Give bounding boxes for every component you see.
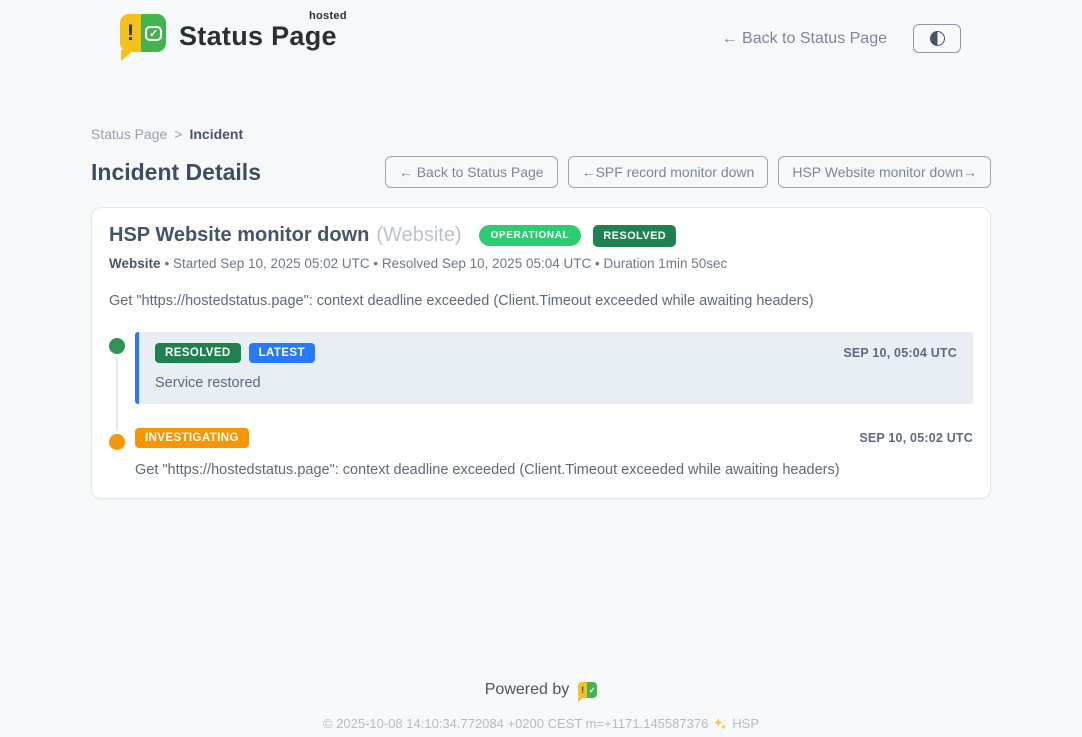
brand-logo-icon: ! ✓ (120, 14, 166, 52)
half-circle-icon (930, 31, 945, 46)
incident-title-row: HSP Website monitor down (Website) OPERA… (109, 224, 973, 247)
main-content: Status Page > Incident Incident Details ← … (91, 126, 991, 731)
incident-title: HSP Website monitor down (109, 224, 369, 247)
breadcrumb-separator: > (174, 126, 182, 142)
next-incident-button[interactable]: HSP Website monitor down→ (778, 156, 991, 188)
timeline-timestamp: SEP 10, 05:02 UTC (859, 431, 973, 445)
incident-timeline: RESOLVED LATEST SEP 10, 05:04 UTC Servic… (109, 332, 973, 478)
exclamation-icon: ! (120, 14, 141, 52)
copyright-text: © 2025-10-08 14:10:34.772084 +0200 CEST … (323, 716, 708, 731)
breadcrumb: Status Page > Incident (91, 126, 991, 142)
back-to-status-page-button[interactable]: ← Back to Status Page (385, 156, 558, 188)
exclamation-icon: ! (578, 682, 587, 698)
timeline-badges: INVESTIGATING (135, 428, 249, 448)
powered-by-label: Powered by (485, 681, 570, 699)
timeline-item-resolved: RESOLVED LATEST SEP 10, 05:04 UTC Servic… (109, 332, 973, 404)
speech-bubble-tail (121, 50, 134, 61)
resolved-status-badge: RESOLVED (593, 225, 676, 247)
incident-description: Get "https://hostedstatus.page": context… (109, 293, 973, 309)
operational-status-badge: OPERATIONAL (479, 225, 582, 246)
copyright-line: © 2025-10-08 14:10:34.772084 +0200 CEST … (91, 716, 991, 731)
timeline-entry-highlighted: RESOLVED LATEST SEP 10, 05:04 UTC Servic… (135, 332, 973, 404)
powered-by: Powered by ! ✓ (91, 681, 991, 699)
header-actions: ← Back to Status Page (722, 24, 961, 53)
timeline-entry-header: RESOLVED LATEST SEP 10, 05:04 UTC (155, 343, 957, 363)
brand-logo[interactable]: ! ✓ Status Page hosted (120, 14, 337, 52)
previous-incident-button[interactable]: ←SPF record monitor down (568, 156, 769, 188)
timeline-dot-green (109, 338, 125, 354)
timeline-entry: INVESTIGATING SEP 10, 05:02 UTC Get "htt… (135, 428, 973, 478)
page-title: Incident Details (91, 159, 261, 186)
incident-meta: Website • Started Sep 10, 2025 05:02 UTC … (109, 256, 973, 271)
timeline-badges: RESOLVED LATEST (155, 343, 315, 363)
breadcrumb-incident: Incident (189, 126, 243, 142)
timeline-dot-orange (109, 434, 125, 450)
breadcrumb-status-page[interactable]: Status Page (91, 126, 167, 142)
timeline-message: Service restored (155, 375, 957, 391)
sparkles-icon (713, 717, 727, 731)
resolved-badge: RESOLVED (155, 343, 241, 363)
incident-card: HSP Website monitor down (Website) OPERA… (91, 207, 991, 499)
copyright-brand: HSP (732, 716, 759, 731)
incident-meta-details: • Started Sep 10, 2025 05:02 UTC • Resol… (165, 256, 728, 271)
powered-by-logo-icon[interactable]: ! ✓ (578, 682, 597, 698)
brand-superscript: hosted (309, 10, 347, 22)
title-row: Incident Details ← Back to Status Page ←… (91, 156, 991, 188)
timeline-timestamp: SEP 10, 05:04 UTC (843, 346, 957, 360)
theme-toggle-button[interactable] (913, 24, 961, 53)
timeline-message: Get "https://hostedstatus.page": context… (135, 462, 973, 478)
header: ! ✓ Status Page hosted ← Back to Status … (0, 0, 1082, 76)
footer: Powered by ! ✓ © 2025-10-08 14:10:34.772… (91, 681, 991, 731)
speech-bubble-tail (578, 697, 584, 702)
timeline-item-investigating: INVESTIGATING SEP 10, 05:02 UTC Get "htt… (109, 428, 973, 478)
incident-meta-service: Website (109, 256, 161, 271)
timeline-entry-header: INVESTIGATING SEP 10, 05:02 UTC (135, 428, 973, 448)
brand-name: Status Page hosted (179, 21, 337, 52)
incident-nav-buttons: ← Back to Status Page ←SPF record monito… (385, 156, 991, 188)
checkmark-icon: ✓ (141, 14, 166, 52)
checkmark-icon: ✓ (587, 682, 597, 698)
back-to-status-page-link[interactable]: ← Back to Status Page (722, 30, 887, 48)
investigating-badge: INVESTIGATING (135, 428, 249, 448)
incident-service: (Website) (376, 224, 461, 247)
latest-badge: LATEST (249, 343, 315, 363)
